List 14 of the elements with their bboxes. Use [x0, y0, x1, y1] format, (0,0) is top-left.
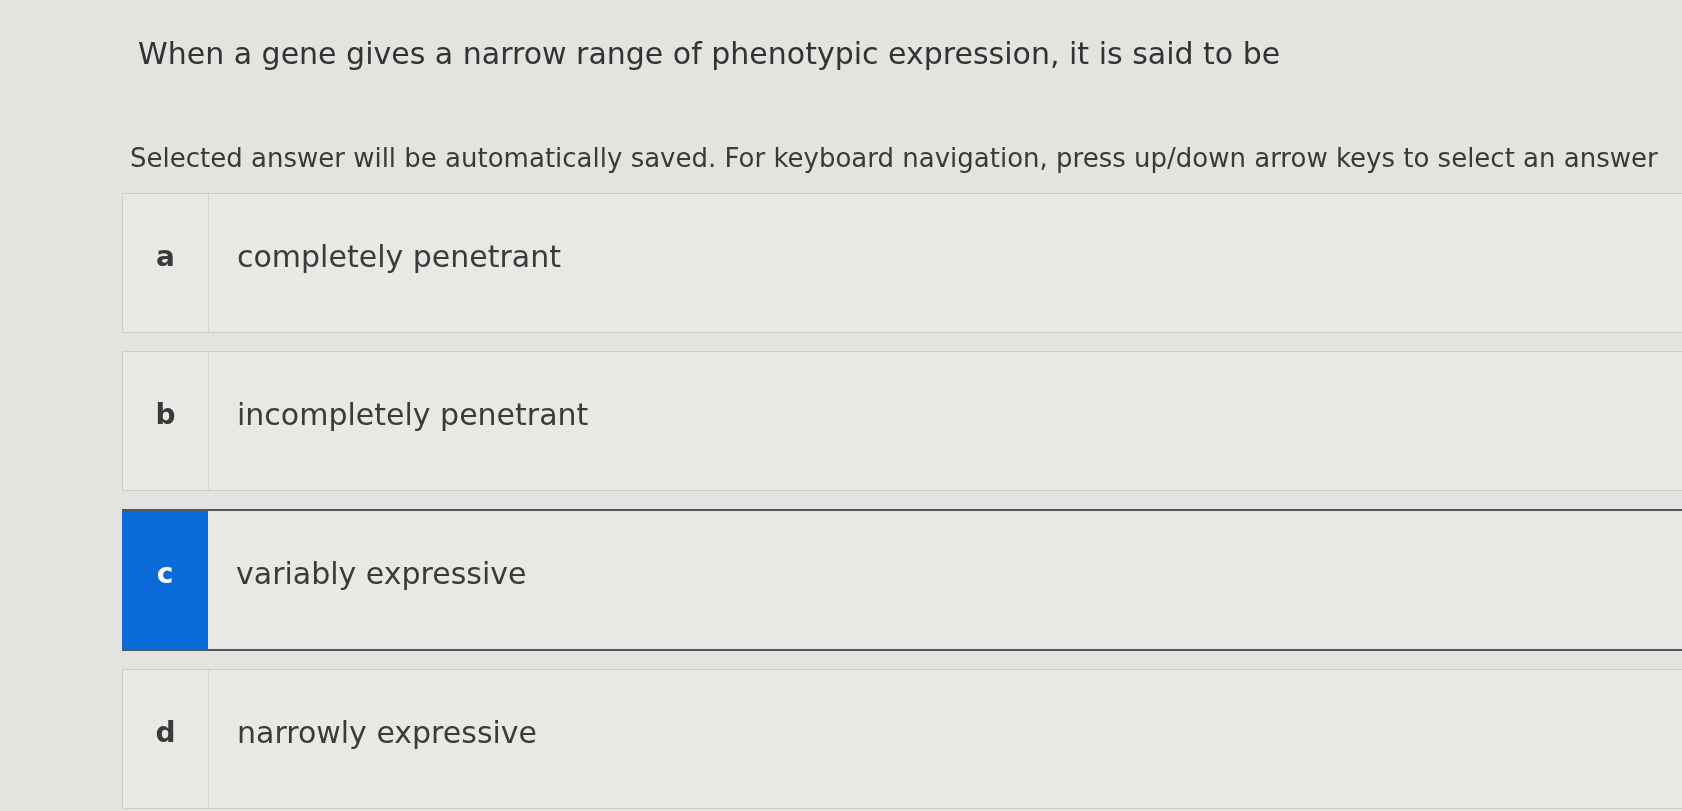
option-text: completely penetrant: [236, 237, 561, 276]
answer-option[interactable]: b incompletely penetrant: [122, 351, 1682, 491]
answer-option[interactable]: a completely penetrant: [122, 193, 1682, 333]
question-text: When a gene gives a narrow range of phenotypic expression, it is said to be: [138, 35, 1281, 73]
answer-option[interactable]: d narrowly expressive: [122, 669, 1682, 809]
answer-option[interactable]: c variably expressive: [122, 509, 1682, 651]
option-text: variably expressive: [235, 554, 527, 593]
instructions-text: Selected answer will be automatically saved. For keyboard navigation, press up/down arrow keys to select an answer: [130, 142, 1658, 175]
option-letter: b: [123, 352, 209, 490]
option-text: incompletely penetrant: [236, 395, 589, 434]
option-letter: c: [122, 511, 208, 649]
option-letter: d: [123, 670, 209, 808]
option-letter: a: [123, 194, 209, 332]
option-text: narrowly expressive: [236, 713, 538, 752]
